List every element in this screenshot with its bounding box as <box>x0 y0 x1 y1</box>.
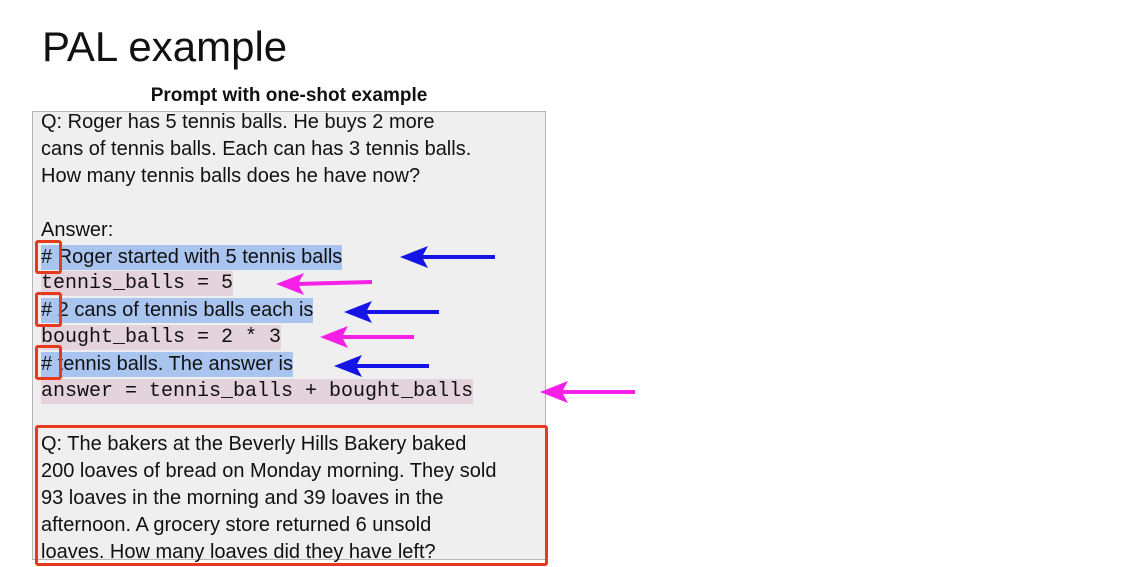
question-line-3: How many tennis balls does he have now? <box>41 165 421 187</box>
comment-arrow-icon <box>334 355 429 377</box>
hash-outline-3 <box>35 345 62 380</box>
comment-line-2: # 2 cans of tennis balls each is <box>41 298 314 323</box>
comment-text: Roger started with 5 tennis balls <box>52 246 343 268</box>
code-arrow-icon <box>320 326 414 348</box>
new-question-outline <box>35 425 548 566</box>
comment-line-1: # Roger started with 5 tennis balls <box>41 245 343 270</box>
code-line-2: bought_balls = 2 * 3 <box>41 325 282 350</box>
prompt-heading: Prompt with one-shot example <box>150 85 428 106</box>
code-arrow-icon <box>540 381 635 403</box>
code-line-1: tennis_balls = 5 <box>41 271 234 296</box>
hash-outline-2 <box>35 292 62 327</box>
comment-arrow-icon <box>344 301 439 323</box>
code-line-3: answer = tennis_balls + bought_balls <box>41 379 474 404</box>
hash-outline-1 <box>35 240 62 274</box>
comment-arrow-icon <box>400 246 495 268</box>
comment-line-3: # tennis balls. The answer is <box>41 352 293 377</box>
comment-text: 2 cans of tennis balls each is <box>52 299 314 321</box>
question-line-1: Q: Roger has 5 tennis balls. He buys 2 m… <box>41 111 435 133</box>
slide-title: PAL example <box>42 23 288 70</box>
question-line-2: cans of tennis balls. Each can has 3 ten… <box>41 138 472 160</box>
code-arrow-icon <box>276 273 373 295</box>
comment-text: tennis balls. The answer is <box>52 353 293 375</box>
